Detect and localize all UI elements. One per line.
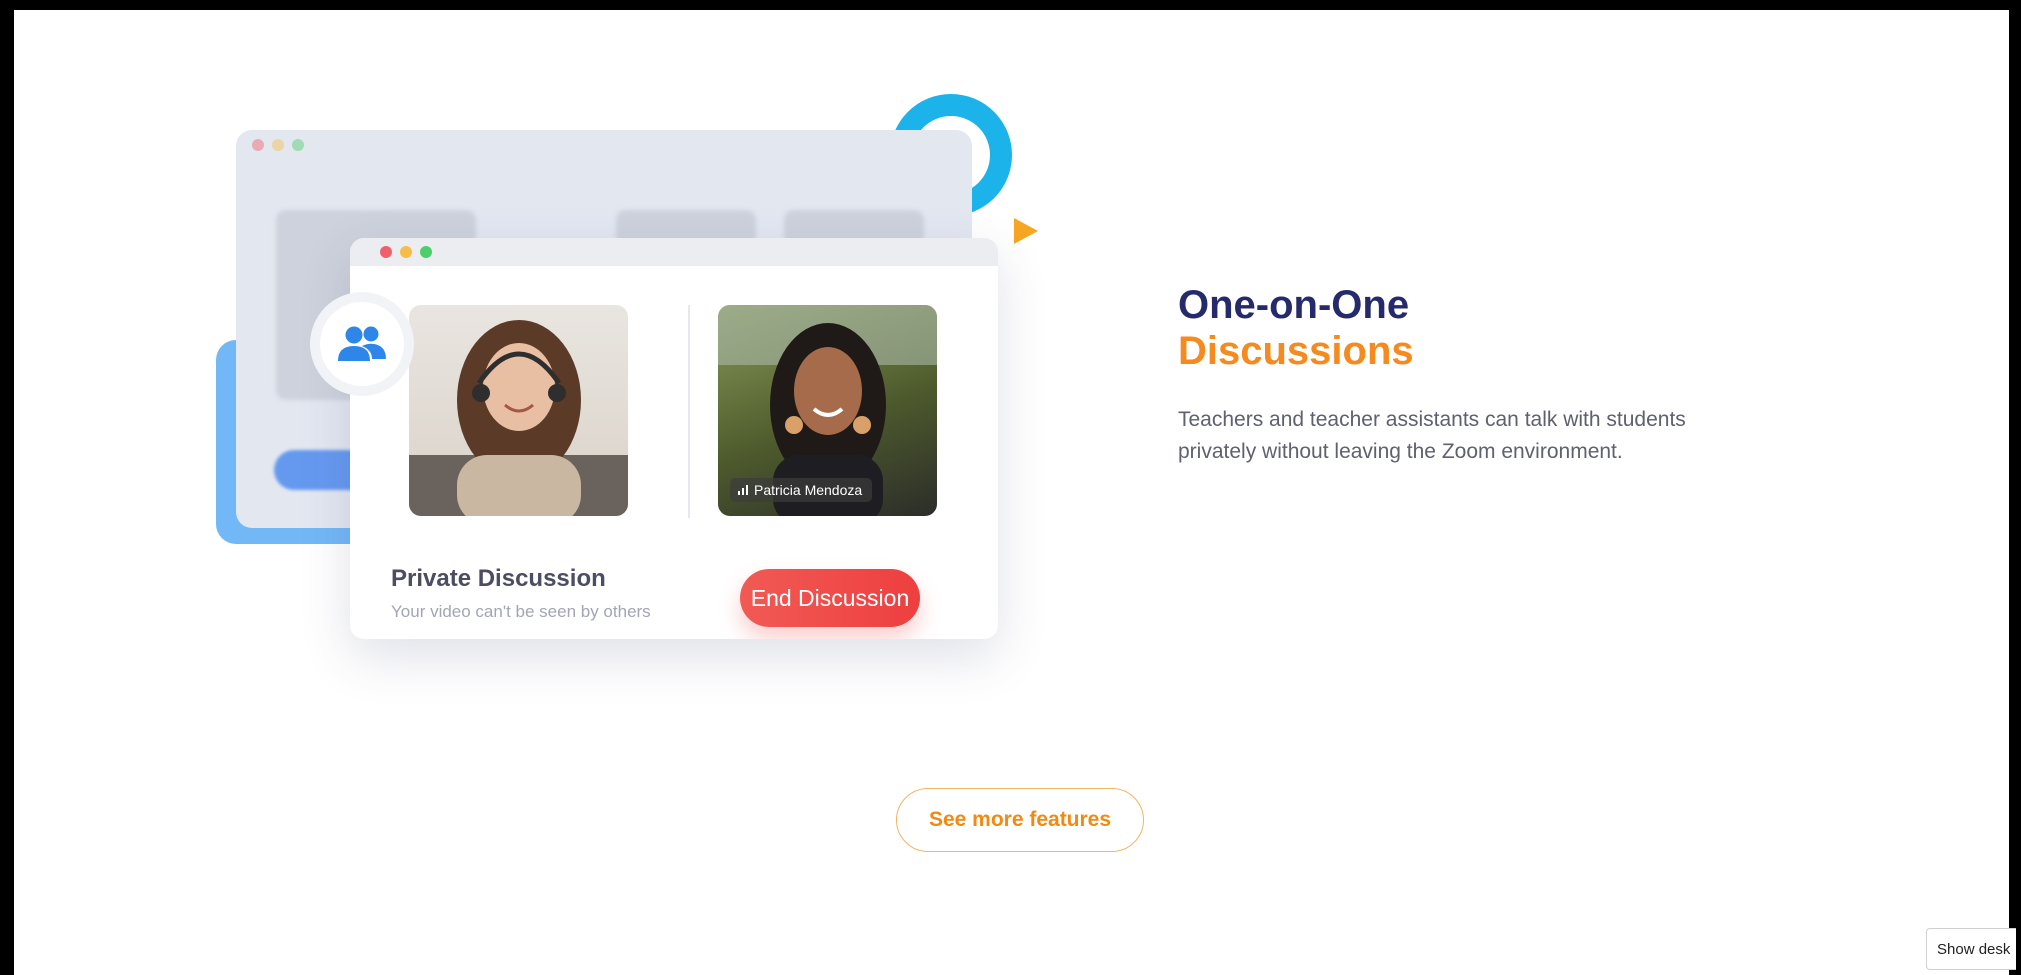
users-icon bbox=[338, 326, 386, 361]
show-desktop-button[interactable]: Show desk bbox=[1926, 928, 2016, 970]
discussion-window: Patricia Mendoza Private Discussion Your… bbox=[350, 238, 998, 639]
feature-heading-line1: One-on-One bbox=[1178, 283, 1410, 327]
decorative-triangle bbox=[1014, 218, 1038, 244]
feature-heading-line2: Discussions bbox=[1178, 329, 1414, 373]
users-badge bbox=[310, 292, 414, 396]
feature-heading: One-on-One Discussions bbox=[1178, 282, 1414, 374]
minimize-dot-icon bbox=[400, 246, 412, 258]
tile-divider bbox=[688, 305, 690, 518]
close-dot-icon bbox=[380, 246, 392, 258]
private-discussion-title: Private Discussion bbox=[391, 565, 606, 592]
maximize-dot-icon bbox=[292, 139, 304, 151]
minimize-dot-icon bbox=[272, 139, 284, 151]
student-video-tile: Patricia Mendoza bbox=[718, 305, 937, 516]
discussion-window-titlebar bbox=[350, 238, 998, 266]
users-badge-inner bbox=[320, 302, 404, 386]
background-window-titlebar bbox=[236, 130, 972, 160]
participant-name-tag: Patricia Mendoza bbox=[730, 478, 873, 502]
feature-description: Teachers and teacher assistants can talk… bbox=[1178, 408, 1686, 463]
participant-name: Patricia Mendoza bbox=[754, 482, 863, 498]
end-discussion-button[interactable]: End Discussion bbox=[740, 569, 920, 627]
teacher-video-tile bbox=[409, 305, 628, 516]
see-more-features-button[interactable]: See more features bbox=[896, 788, 1144, 852]
private-discussion-subtitle: Your video can't be seen by others bbox=[391, 602, 651, 621]
teacher-photo bbox=[409, 320, 628, 516]
page: Patricia Mendoza Private Discussion Your… bbox=[14, 10, 2009, 975]
signal-strength-icon bbox=[738, 485, 748, 495]
close-dot-icon bbox=[252, 139, 264, 151]
maximize-dot-icon bbox=[420, 246, 432, 258]
